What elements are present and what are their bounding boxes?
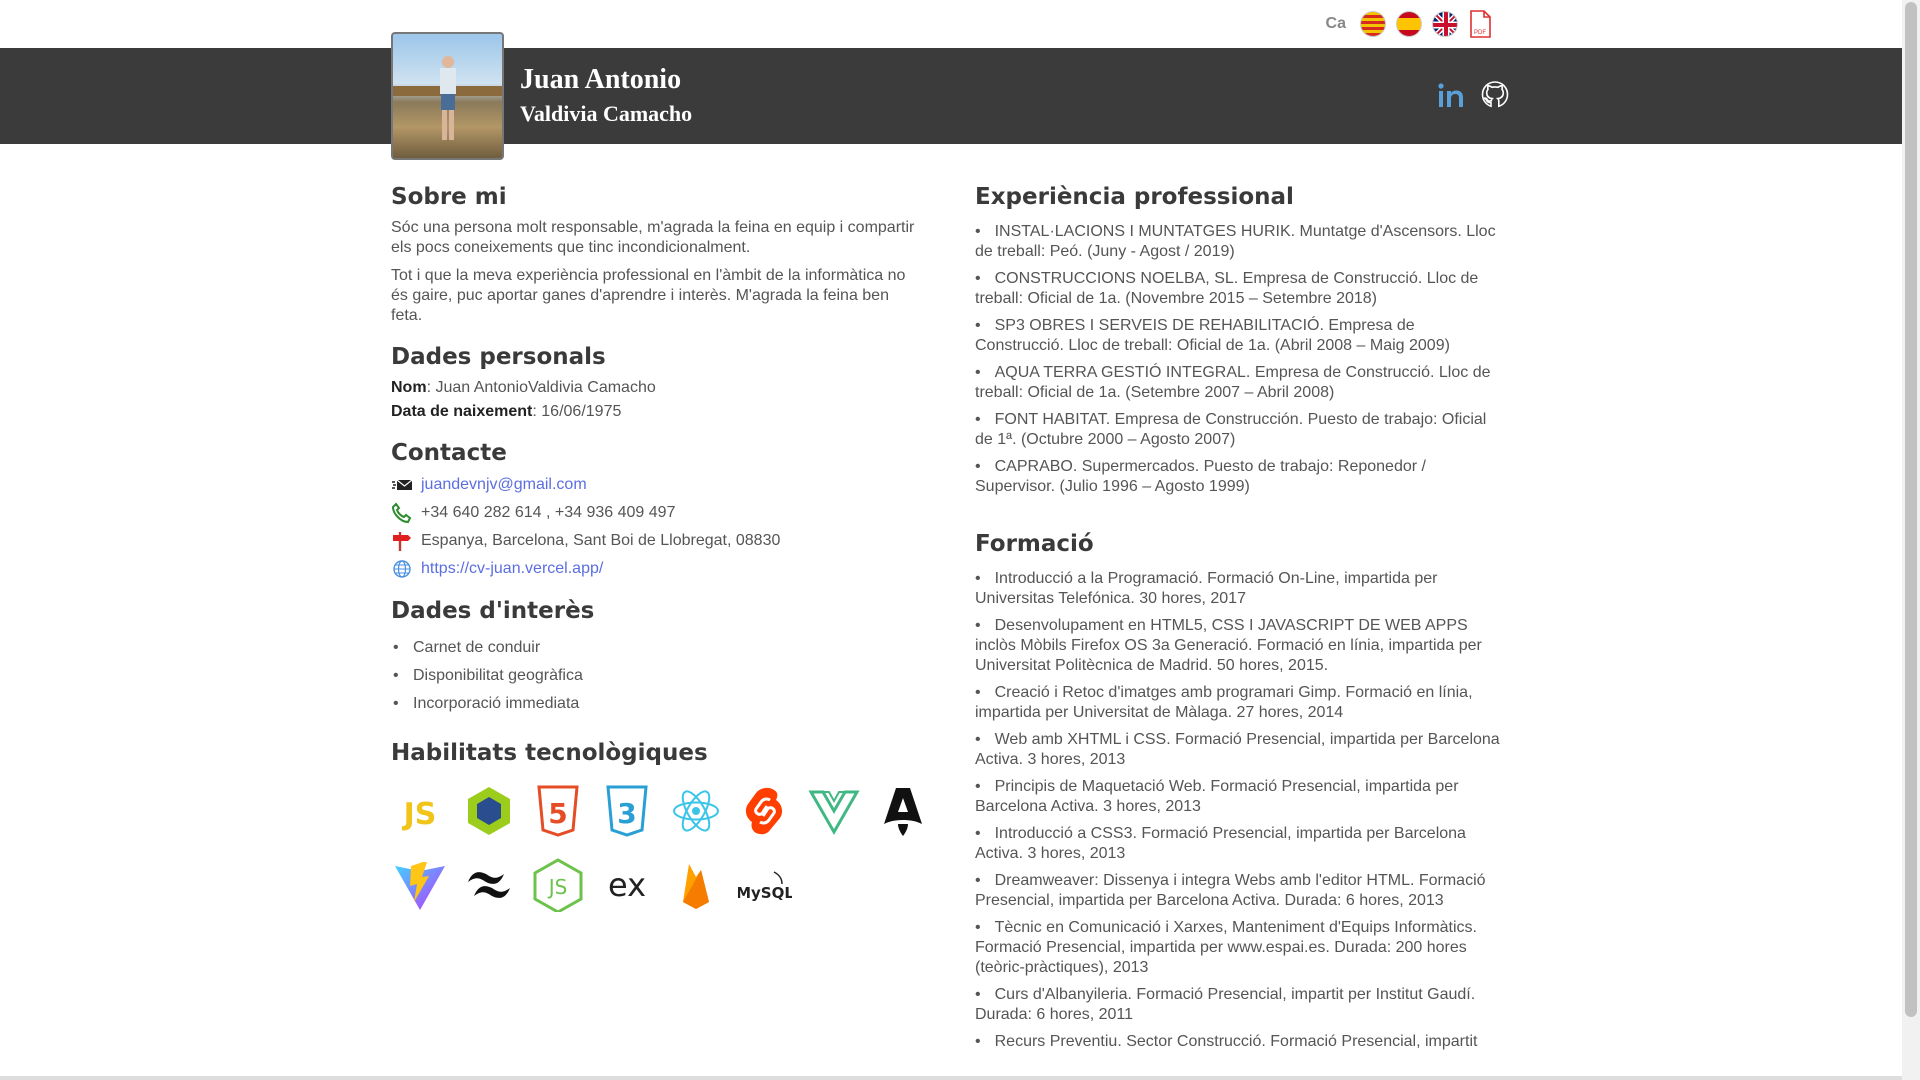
interest-item: Disponibilitat geogràfica [391,666,921,686]
nodejs-hexagon-icon [460,782,518,840]
globe-icon [393,560,411,578]
about-title: Sobre mi [391,184,507,210]
website-row: https://cv-juan.vercel.app/ [391,558,921,580]
personal-section: Dades personals Nom: Juan AntonioValdivi… [391,344,921,422]
phone-row: +34 640 282 614 , +34 936 409 497 [391,502,921,524]
catalan-flag-icon[interactable] [1360,11,1386,37]
social-links [1436,80,1510,115]
dob-value: : 16/06/1975 [532,403,622,420]
education-item: Recurs Preventiu. Sector Construcció. Fo… [975,1032,1505,1052]
contact-title: Contacte [391,440,507,466]
html5-icon: 5 [529,782,587,840]
left-column: Sobre mi Sóc una persona molt responsabl… [391,184,922,932]
react-icon [667,782,725,840]
scrollbar-thumb[interactable] [1905,2,1917,1017]
experience-item: CAPRABO. Supermercados. Puesto de trabaj… [975,457,1505,497]
astro-icon [874,782,932,840]
education-item: Dreamweaver: Dissenya i integra Webs amb… [975,871,1505,911]
address-text: Espanya, Barcelona, Sant Boi de Llobrega… [421,532,781,549]
education-item: Creació i Retoc d'imatges amb programari… [975,683,1505,723]
svg-text:PDF: PDF [1474,30,1486,36]
education-item: Curs d'Albanyileria. Formació Presencial… [975,985,1505,1025]
svg-text:JS: JS [547,875,568,899]
firebase-icon [667,856,725,914]
interest-item: Incorporació immediata [391,694,921,714]
experience-item: AQUA TERRA GESTIÓ INTEGRAL. Empresa de C… [975,363,1505,403]
css3-icon: 3 [598,782,656,840]
phone-text: +34 640 282 614 , +34 936 409 497 [421,504,676,521]
experience-section: Experiència professional INSTAL·LACIONS … [975,184,1505,497]
svg-text:JS: JS [402,797,437,832]
svg-text:5: 5 [548,797,567,830]
location-sign-icon [393,532,411,551]
first-name: Juan Antonio [520,64,682,95]
top-language-bar: Ca PDF [0,0,1902,48]
dob-label: Data de naixement [391,403,533,420]
education-title: Formació [975,531,1094,557]
interest-section: Dades d'interès Carnet de conduir Dispon… [391,598,921,714]
express-icon: ex [598,856,656,914]
skills-title: Habilitats tecnològiques [391,740,708,766]
current-language-code: Ca [1325,15,1346,32]
right-column: Experiència professional INSTAL·LACIONS … [975,184,1505,1070]
svg-text:3: 3 [617,797,636,830]
vite-icon [391,856,449,914]
education-item: Desenvolupament en HTML5, CSS I JAVASCRI… [975,616,1505,676]
uk-flag-icon[interactable] [1432,11,1458,37]
website-link[interactable]: https://cv-juan.vercel.app/ [421,560,603,578]
tailwind-icon [460,856,518,914]
vertical-scrollbar[interactable] [1902,0,1920,1080]
email-link[interactable]: juandevnjv@gmail.com [421,476,587,494]
name-value: : Juan AntonioValdivia Camacho [426,379,656,396]
spanish-flag-icon[interactable] [1396,11,1422,37]
svg-text:MySQL: MySQL [738,884,792,902]
contact-section: Contacte juandevnjv@gmail.com +34 640 28… [391,440,921,580]
linkedin-icon[interactable] [1436,80,1466,115]
experience-item: INSTAL·LACIONS I MUNTATGES HURIK. Muntat… [975,222,1505,262]
dob-row: Data de naixement: 16/06/1975 [391,402,921,422]
language-switcher: Ca PDF [1326,10,1492,38]
name-label: Nom [391,379,427,396]
last-name: Valdivia Camacho [520,101,693,126]
svelte-icon [736,782,794,840]
about-paragraph-1: Sóc una persona molt responsable, m'agra… [391,219,915,256]
svg-text:ex: ex [608,866,646,904]
nodejs-icon: JS [529,856,587,914]
email-icon [392,479,413,490]
experience-title: Experiència professional [975,184,1294,210]
education-item: Web amb XHTML i CSS. Formació Presencial… [975,730,1505,770]
about-section: Sobre mi Sóc una persona molt responsabl… [391,184,921,326]
interest-item: Carnet de conduir [391,638,921,658]
profile-photo [391,32,504,160]
phone-icon [391,502,412,524]
mysql-icon: MySQL [736,856,794,914]
education-item: Tècnic en Comunicació i Xarxes, Mantenim… [975,918,1505,978]
javascript-icon: JS [391,782,449,840]
email-row: juandevnjv@gmail.com [391,474,921,496]
personal-title: Dades personals [391,344,606,370]
experience-item: FONT HABITAT. Empresa de Construcción. P… [975,410,1505,450]
vue-icon [805,782,863,840]
experience-item: SP3 OBRES I SERVEIS DE REHABILITACIÓ. Em… [975,316,1505,356]
horizontal-scrollbar[interactable] [0,1076,1902,1080]
skills-grid: JS 5 3 JS ex MySQL [391,782,922,914]
education-item: Introducció a CSS3. Formació Presencial,… [975,824,1505,864]
interest-title: Dades d'interès [391,598,595,624]
profile-header [0,48,1902,144]
github-icon[interactable] [1480,80,1510,115]
skills-section: Habilitats tecnològiques JS 5 3 JS ex My… [391,740,922,914]
address-row: Espanya, Barcelona, Sant Boi de Llobrega… [391,530,921,552]
pdf-download-icon[interactable]: PDF [1468,10,1492,38]
experience-item: CONSTRUCCIONS NOELBA, SL. Empresa de Con… [975,269,1505,309]
education-section: Formació Introducció a la Programació. F… [975,531,1505,1052]
education-item: Introducció a la Programació. Formació O… [975,569,1505,609]
education-item: Principis de Maquetació Web. Formació Pr… [975,777,1505,817]
name-row: Nom: Juan AntonioValdivia Camacho [391,378,921,398]
about-paragraph-2: Tot i que la meva experiència profession… [391,267,906,324]
